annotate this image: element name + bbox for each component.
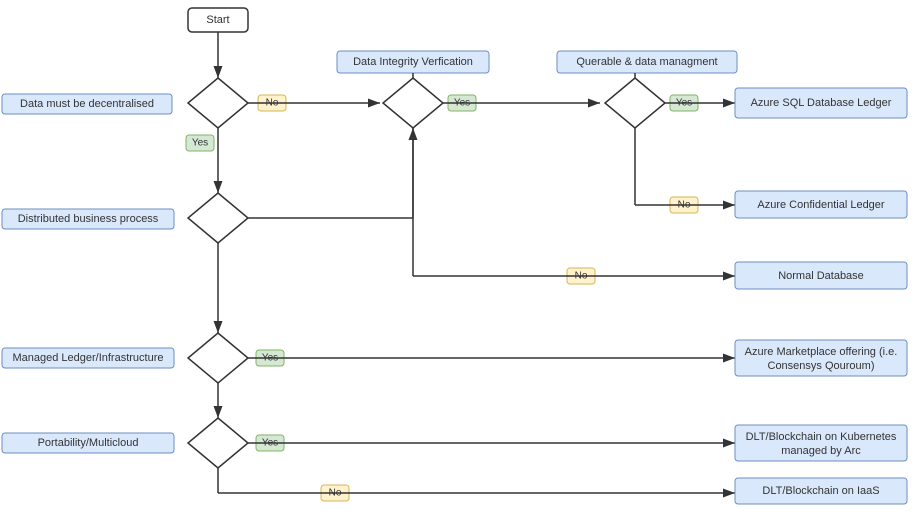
decentralised-label-text: Data must be decentralised xyxy=(20,98,154,110)
data-integrity-text: Data Integrity Verfication xyxy=(353,56,473,68)
portability-label-text: Portability/Multicloud xyxy=(38,437,139,449)
diamond1 xyxy=(188,78,248,128)
diamond3 xyxy=(188,333,248,383)
diamond-querable xyxy=(605,78,665,128)
yes1-text: Yes xyxy=(192,138,208,149)
diamond2 xyxy=(188,193,248,243)
distributed-label-text: Distributed business process xyxy=(18,213,159,225)
azure-marketplace-line1: Azure Marketplace offering (i.e. xyxy=(745,346,898,358)
azure-confidential-text: Azure Confidential Ledger xyxy=(757,199,885,211)
querable-text: Querable & data managment xyxy=(576,56,717,68)
normal-db-text: Normal Database xyxy=(778,270,864,282)
diamond-integrity xyxy=(383,78,443,128)
start-label: Start xyxy=(206,14,229,26)
dlt-iaas-text: DLT/Blockchain on IaaS xyxy=(762,485,879,497)
azure-marketplace-line2: Consensys Qouroum) xyxy=(768,360,875,372)
managed-label-text: Managed Ledger/Infrastructure xyxy=(12,352,163,364)
azure-sql-text: Azure SQL Database Ledger xyxy=(751,97,892,109)
dlt-kubernetes-line1: DLT/Blockchain on Kubernetes xyxy=(746,431,897,443)
diamond4 xyxy=(188,418,248,468)
dlt-kubernetes-line2: managed by Arc xyxy=(781,445,861,457)
